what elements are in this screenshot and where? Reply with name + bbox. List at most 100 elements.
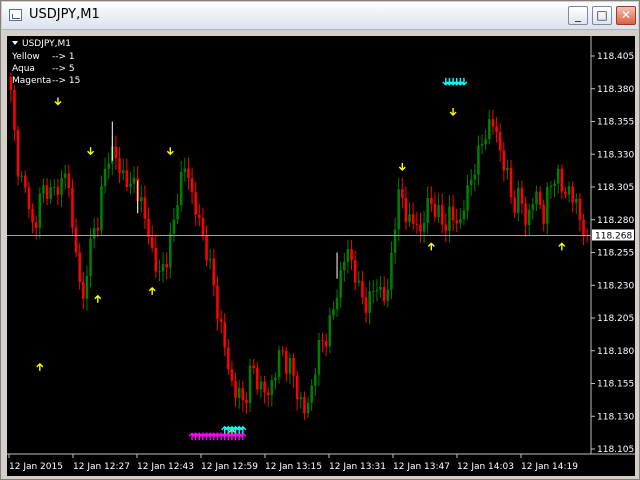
legend-magenta-label: Magenta — [12, 76, 51, 86]
candle-body — [125, 170, 129, 188]
candle-body — [45, 185, 49, 200]
minimize-button[interactable]: _ — [568, 6, 588, 25]
candle-body — [263, 381, 266, 393]
collapse-triangle-icon[interactable] — [12, 41, 18, 45]
time-tick-label: 12 Jan 13:47 — [393, 462, 450, 472]
chart-svg[interactable]: 118.405 118.380 118.355 118.330 118.305 118.2… — [7, 36, 635, 476]
price-tick-label: 118.105 — [597, 445, 634, 455]
candle-body — [92, 228, 96, 239]
candle-body — [89, 238, 92, 276]
candle-body — [332, 309, 335, 316]
candle-body — [480, 144, 484, 146]
price-tick-label: 118.355 — [597, 118, 634, 128]
time-tick-label: 12 Jan 12:59 — [201, 462, 258, 472]
maximize-button[interactable]: □ — [592, 6, 612, 25]
candle-body — [408, 214, 411, 223]
candle-body — [513, 197, 516, 214]
candle-body — [353, 260, 357, 283]
candle-body — [372, 291, 375, 293]
candle-body — [150, 237, 154, 248]
candle-body — [350, 249, 353, 261]
chart-window-icon — [9, 9, 22, 21]
candle-body — [179, 172, 183, 206]
candle-body — [422, 222, 426, 232]
down-arrow-icon — [87, 147, 95, 156]
price-chart[interactable]: 118.405 118.380 118.355 118.330 118.305 118.2… — [7, 36, 635, 476]
marker-yellow — [398, 162, 406, 171]
candle-body — [553, 183, 556, 187]
up-arrow-icon — [427, 242, 435, 251]
candle-body — [542, 204, 545, 224]
candle-body — [556, 168, 560, 184]
up-arrow-icon — [36, 362, 44, 371]
candle-body — [234, 380, 237, 398]
candle-body — [172, 219, 176, 234]
price-tick-label: 118.380 — [597, 85, 634, 95]
candle-body — [147, 218, 150, 238]
candles-group — [9, 73, 589, 421]
candle-body — [34, 222, 38, 228]
candle-body — [448, 206, 451, 231]
candle-body — [227, 347, 230, 370]
time-tick-label: 12 Jan 12:43 — [137, 462, 194, 472]
candle-body — [194, 192, 197, 215]
candle-body — [459, 219, 462, 224]
candle-body — [129, 183, 132, 188]
candle-body — [364, 297, 368, 313]
terminal-window: USDJPY,M1 _ □ ✕ 118.405 118.380 118.355 118… — [0, 0, 640, 480]
candle-body — [549, 186, 553, 188]
candle-body — [56, 186, 60, 195]
candle-body — [491, 119, 495, 127]
candle-body — [176, 205, 179, 220]
title-bar[interactable]: USDJPY,M1 _ □ ✕ — [2, 2, 638, 30]
candle-body — [379, 286, 382, 290]
candle-body — [495, 126, 498, 132]
candle-body — [158, 271, 161, 273]
time-tick-label: 12 Jan 13:31 — [329, 462, 386, 472]
candle-body — [205, 235, 208, 261]
candle-body — [248, 365, 252, 404]
candle-body — [375, 289, 379, 292]
price-axis: 118.405 118.380 118.355 118.330 118.305 118.2… — [591, 52, 634, 455]
candle-body — [361, 280, 364, 298]
candle-body — [237, 388, 241, 398]
candle-body — [274, 377, 277, 381]
candle-body — [538, 191, 542, 205]
close-button[interactable]: ✕ — [616, 6, 636, 25]
current-price-label: 118.268 — [595, 231, 632, 241]
candle-body — [208, 258, 212, 261]
candle-body — [169, 233, 172, 268]
candle-body — [433, 204, 437, 217]
candle-body — [252, 365, 255, 369]
candle-body — [53, 186, 56, 188]
candle-body — [60, 177, 63, 195]
price-tick-label: 118.255 — [597, 249, 634, 259]
candle-body — [339, 270, 342, 298]
down-arrow-icon — [54, 97, 62, 106]
candle-body — [259, 381, 263, 390]
candle-body — [212, 258, 216, 286]
candle-body — [567, 186, 571, 195]
candle-body — [107, 163, 110, 169]
price-tick-label: 118.180 — [597, 347, 634, 357]
candle-body — [118, 158, 121, 174]
marker-yellow — [558, 242, 566, 251]
candle-body — [440, 205, 444, 225]
candle-body — [78, 252, 81, 282]
candle-body — [509, 167, 513, 198]
candle-body — [114, 146, 118, 159]
chart-symbol-label: USDJPY,M1 — [22, 39, 71, 49]
candle-body — [469, 179, 473, 186]
candle-body — [451, 206, 455, 221]
candle-body — [506, 167, 509, 171]
candle-body — [411, 214, 415, 224]
candle-body — [404, 197, 408, 223]
price-tick-label: 118.205 — [597, 314, 634, 324]
candle-body — [13, 90, 16, 130]
candle-body — [571, 186, 574, 203]
time-tick-label: 12 Jan 14:19 — [521, 462, 578, 472]
marker-yellow — [166, 147, 174, 156]
legend-magenta-value: --> 15 — [52, 76, 80, 86]
candle-body — [183, 168, 187, 173]
candle-body — [314, 374, 317, 386]
